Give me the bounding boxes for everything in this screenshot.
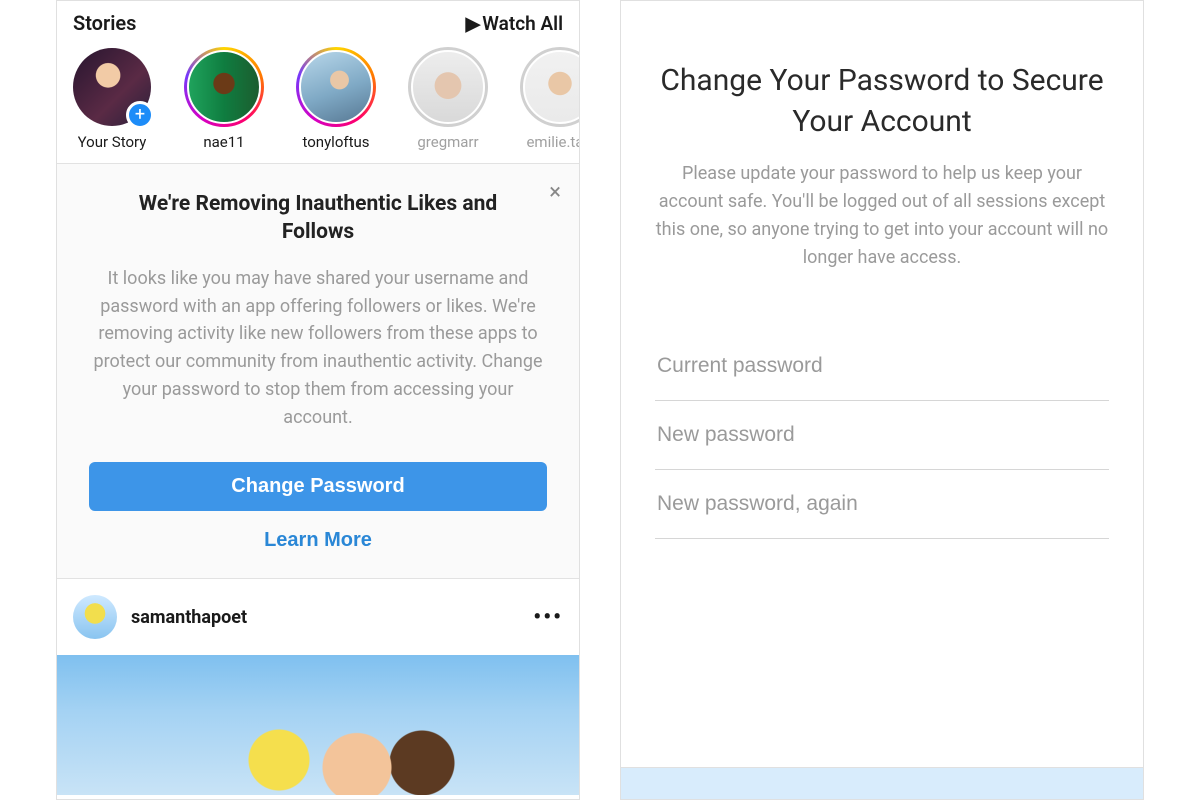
story-item[interactable]: tonyloftus xyxy=(291,47,381,151)
story-label: nae11 xyxy=(203,133,244,151)
story-item[interactable]: nae11 xyxy=(179,47,269,151)
notice-title: We're Removing Inauthentic Likes and Fol… xyxy=(89,190,547,247)
stories-title: Stories xyxy=(73,11,136,35)
watch-all-label: Watch All xyxy=(482,12,563,35)
notice-body: It looks like you may have shared your u… xyxy=(89,265,547,432)
security-notice-card: × We're Removing Inauthentic Likes and F… xyxy=(57,163,579,579)
watch-all-button[interactable]: ▶ Watch All xyxy=(466,12,563,35)
story-label: gregmarr xyxy=(417,133,478,151)
story-ring xyxy=(296,47,376,127)
change-password-button[interactable]: Change Password xyxy=(89,462,547,511)
page-subtitle: Please update your password to help us k… xyxy=(655,160,1109,272)
story-item[interactable]: gregmarr xyxy=(403,47,493,151)
story-label: emilie.ta… xyxy=(526,133,579,151)
story-ring xyxy=(408,47,488,127)
story-your-story[interactable]: + Your Story xyxy=(67,47,157,151)
avatar-icon xyxy=(187,50,261,124)
story-ring xyxy=(184,47,264,127)
post-image[interactable] xyxy=(57,655,579,795)
post-username[interactable]: samanthapoet xyxy=(131,607,519,628)
more-options-icon[interactable]: ••• xyxy=(533,605,563,630)
new-password-input[interactable] xyxy=(655,401,1109,470)
stories-row[interactable]: + Your Story nae11 tonyloftus xyxy=(57,41,579,163)
avatar-icon[interactable] xyxy=(73,595,117,639)
feed-screen: Stories ▶ Watch All + Your Story nae11 xyxy=(56,0,580,800)
play-icon: ▶ xyxy=(466,12,481,35)
avatar-icon xyxy=(299,50,373,124)
learn-more-link[interactable]: Learn More xyxy=(89,525,547,556)
avatar-icon xyxy=(523,50,579,124)
close-icon[interactable]: × xyxy=(549,180,561,205)
password-form xyxy=(655,332,1109,539)
avatar-icon xyxy=(411,50,485,124)
current-password-input[interactable] xyxy=(655,332,1109,401)
add-story-icon[interactable]: + xyxy=(126,101,154,129)
story-ring xyxy=(520,47,579,127)
page-title: Change Your Password to Secure Your Acco… xyxy=(655,61,1109,142)
story-item[interactable]: emilie.ta… xyxy=(515,47,579,151)
story-label: Your Story xyxy=(78,133,147,151)
post-header: samanthapoet ••• xyxy=(57,579,579,655)
change-password-screen: Change Your Password to Secure Your Acco… xyxy=(620,0,1144,800)
story-label: tonyloftus xyxy=(302,133,369,151)
confirm-password-input[interactable] xyxy=(655,470,1109,539)
bottom-action-bar[interactable] xyxy=(621,767,1143,799)
stories-header: Stories ▶ Watch All xyxy=(57,1,579,41)
